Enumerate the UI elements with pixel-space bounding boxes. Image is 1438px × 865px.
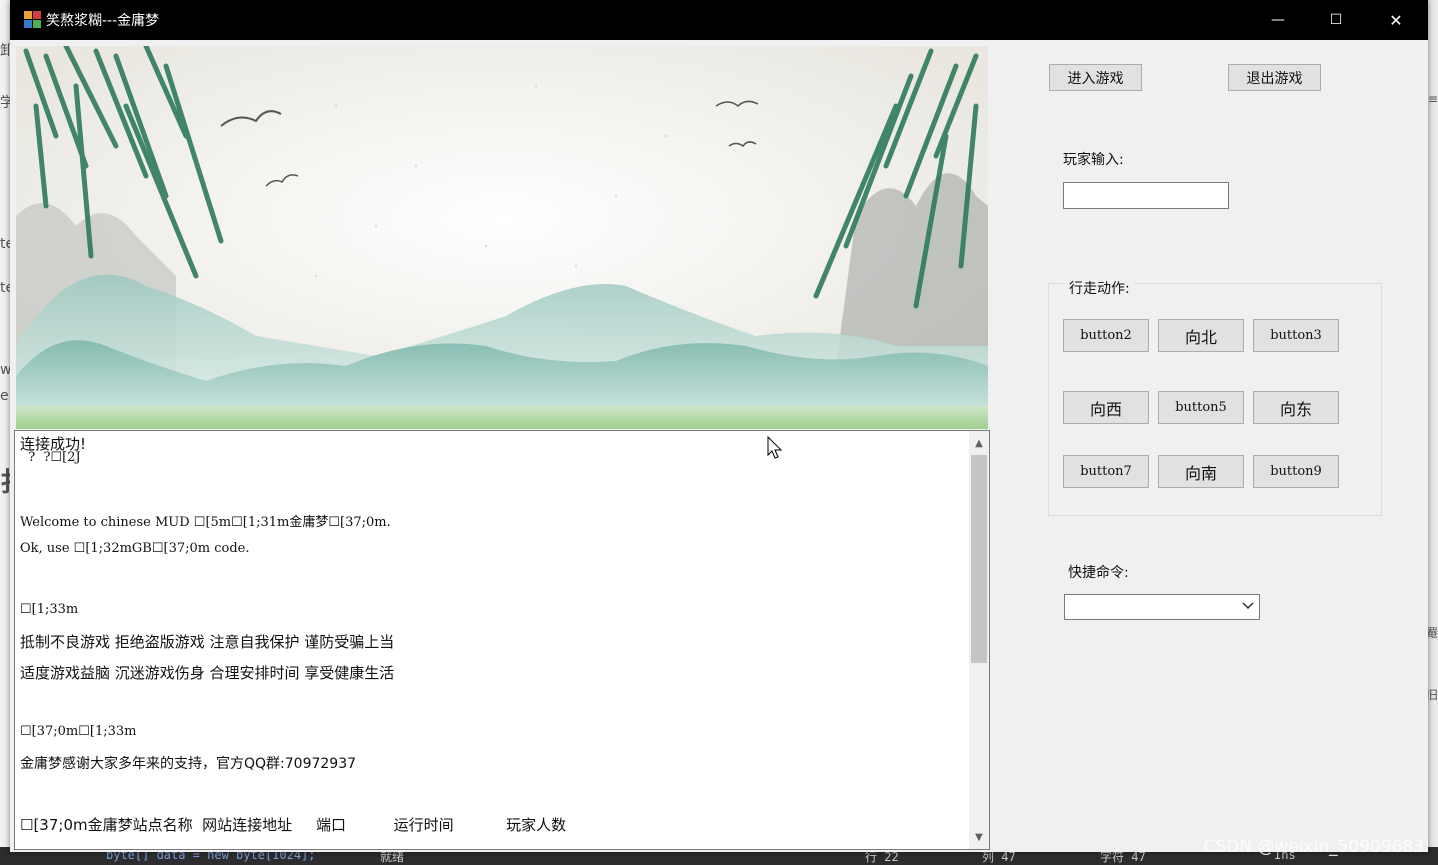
scrollbar-thumb[interactable] (971, 455, 987, 663)
walk-action-label: 行走动作: (1065, 278, 1134, 298)
output-line: ☐[37;0m☐[1;33m (20, 724, 137, 739)
walk-button-2[interactable]: button2 (1063, 319, 1149, 352)
walk-button-9[interactable]: button9 (1253, 455, 1339, 488)
output-line: 抵制不良游戏 拒绝盗版游戏 注意自我保护 谨防受骗上当 (20, 633, 395, 651)
minimize-button[interactable]: — (1249, 0, 1307, 40)
background-char: ≡ (1427, 92, 1438, 106)
output-line: Ok, use ☐[1;32mGB☐[37;0m code. (20, 541, 250, 556)
landscape-banner-image (16, 46, 988, 429)
shortcut-command-dropdown[interactable] (1064, 594, 1260, 620)
shortcut-command-label: 快捷命令: (1068, 565, 1129, 581)
background-char: e (0, 388, 9, 404)
output-line: ? ?☐[2J (20, 450, 81, 465)
scroll-down-icon[interactable]: ▼ (969, 827, 989, 847)
chevron-down-icon (1241, 598, 1255, 615)
walk-button-3[interactable]: button3 (1253, 319, 1339, 352)
main-window: 笑熬浆糊---金庸梦 — ☐ ✕ 连接成功! ? ?☐[2J Welcome t… (10, 0, 1428, 852)
exit-game-button[interactable]: 退出游戏 (1228, 64, 1321, 91)
walk-button-5[interactable]: button5 (1158, 391, 1244, 424)
title-bar[interactable]: 笑熬浆糊---金庸梦 — ☐ ✕ (10, 0, 1428, 40)
output-line: 金庸梦感谢大家多年来的支持，官方QQ群:70972937 (20, 756, 357, 772)
walk-east-button[interactable]: 向东 (1253, 391, 1339, 424)
player-input-field[interactable] (1063, 182, 1229, 209)
enter-game-button[interactable]: 进入游戏 (1049, 64, 1142, 91)
walk-button-7[interactable]: button7 (1063, 455, 1149, 488)
walk-north-button[interactable]: 向北 (1158, 319, 1244, 352)
close-button[interactable]: ✕ (1367, 0, 1425, 40)
csdn-watermark: CSDN @weixin_50909683 (1203, 837, 1424, 857)
output-line: 适度游戏益脑 沉迷游戏伤身 合理安排时间 享受健康生活 (20, 664, 395, 682)
output-scrollbar[interactable]: ▲ ▼ (969, 431, 989, 849)
maximize-button[interactable]: ☐ (1307, 0, 1365, 40)
output-line: ☐[37;0m金庸梦站点名称 网站连接地址 端口 运行时间 玩家人数 (20, 816, 567, 834)
walk-west-button[interactable]: 向西 (1063, 391, 1149, 424)
mouse-pointer-icon (767, 435, 783, 464)
player-input-label: 玩家输入: (1063, 152, 1124, 168)
scroll-up-icon[interactable]: ▲ (969, 433, 989, 453)
walk-south-button[interactable]: 向南 (1158, 455, 1244, 488)
output-line: ☐[1;33m (20, 602, 79, 617)
window-title: 笑熬浆糊---金庸梦 (46, 13, 160, 29)
output-textbox[interactable]: 连接成功! ? ?☐[2J Welcome to chinese MUD ☐[5… (14, 430, 990, 850)
app-icon (24, 11, 41, 28)
output-line: Welcome to chinese MUD ☐[5m☐[1;31m金庸梦☐[3… (20, 515, 391, 530)
